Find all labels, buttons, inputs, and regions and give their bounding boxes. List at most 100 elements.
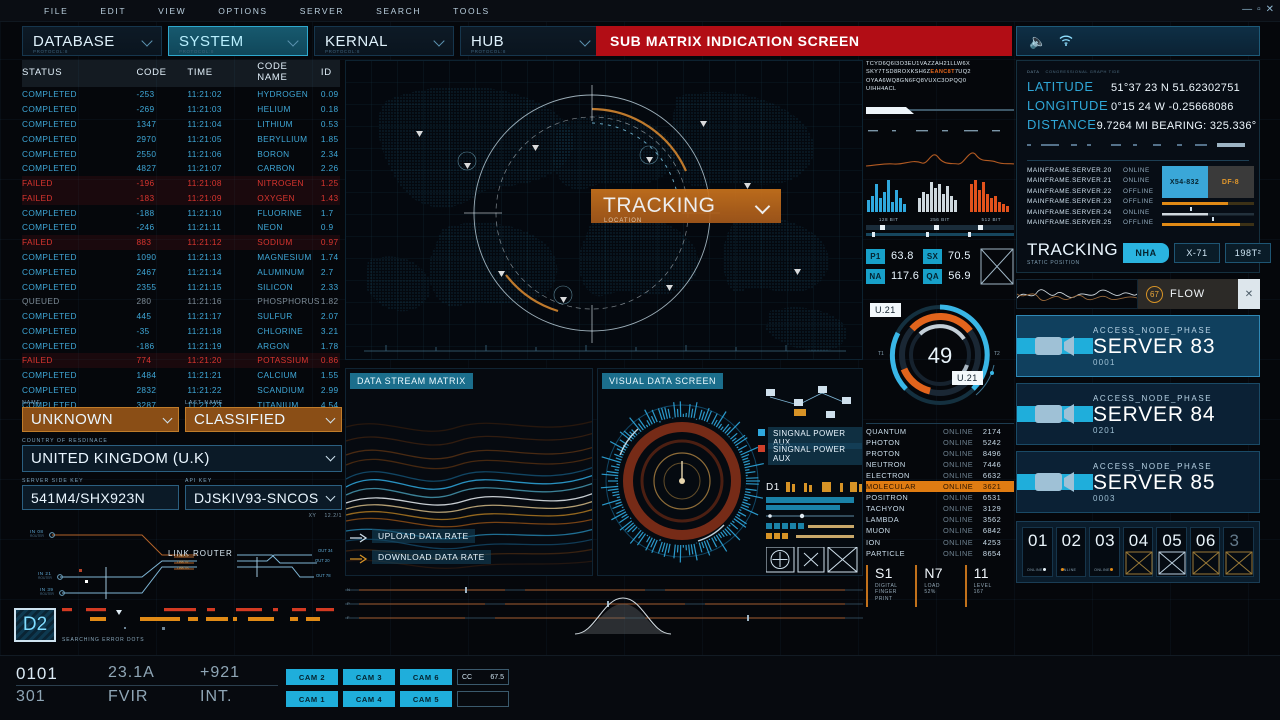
cc-box-empty[interactable]	[457, 691, 509, 707]
server-row[interactable]: MAINFRAME.SERVER.23 OFFLINE	[1027, 197, 1154, 207]
maximize-icon[interactable]: ▫	[1257, 4, 1261, 15]
tab-system[interactable]: SYSTEM PROTOCOL:8	[168, 26, 308, 56]
flow-button[interactable]: 67 FLOW	[1138, 279, 1238, 309]
menu-item-server[interactable]: SERVER	[284, 0, 360, 22]
table-row[interactable]: COMPLETED 2970 11:21:05 BERYLLIUM 1.85	[22, 131, 340, 146]
table-row[interactable]: COMPLETED -269 11:21:03 HELIUM 0.18	[22, 102, 340, 117]
hex-code-block: TCYD6Q6I3O3EU1VAZZAH21LLW6X SKY7TSD8ROXKS…	[866, 60, 1014, 94]
element-row[interactable]: PARTICLE ONLINE 8654	[866, 548, 1014, 559]
server-row[interactable]: MAINFRAME.SERVER.21 ONLINE	[1027, 176, 1154, 186]
node-name: SERVER 83	[1093, 334, 1216, 358]
table-row[interactable]: COMPLETED 2832 11:21:22 SCANDIUM 2.99	[22, 383, 340, 398]
table-row[interactable]: COMPLETED 1484 11:21:21 CALCIUM 1.55	[22, 368, 340, 383]
table-row[interactable]: COMPLETED 1347 11:21:04 LITHIUM 0.53	[22, 117, 340, 132]
table-row[interactable]: COMPLETED -186 11:21:19 ARGON 1.78	[22, 338, 340, 353]
menu-item-view[interactable]: VIEW	[142, 0, 202, 22]
access-node-item[interactable]: ACCESS_NODE_PHASE SERVER 83 0001	[1016, 315, 1260, 377]
access-node-item[interactable]: ACCESS_NODE_PHASE SERVER 85 0003	[1016, 451, 1260, 513]
name-field[interactable]: UNKNOWN	[22, 407, 179, 432]
cam-button-3[interactable]: CAM 3	[343, 669, 395, 685]
digit-tile[interactable]: 06	[1189, 527, 1221, 577]
metric-value: 70.5	[948, 250, 971, 263]
tracking-button-x71[interactable]: X-71	[1174, 243, 1221, 263]
speaker-icon[interactable]: 🔈	[1029, 33, 1046, 50]
chip-x54[interactable]: X54-832	[1161, 166, 1208, 198]
world-map-panel[interactable]: TRACKING LOCATION	[345, 60, 863, 360]
table-row[interactable]: COMPLETED -35 11:21:18 CHLORINE 3.21	[22, 324, 340, 339]
table-row[interactable]: COMPLETED 1090 11:21:13 MAGNESIUM 1.74	[22, 250, 340, 265]
svg-text:N: N	[347, 587, 350, 592]
element-row[interactable]: ION ONLINE 4253	[866, 537, 1014, 548]
digit-tile[interactable]: 02 ONLINE	[1055, 527, 1087, 577]
table-row[interactable]: FAILED -183 11:21:09 OXYGEN 1.43	[22, 190, 340, 206]
table-row[interactable]: COMPLETED 445 11:21:17 SULFUR 2.07	[22, 309, 340, 324]
cam-button-2[interactable]: CAM 2	[286, 669, 338, 685]
cam-button-6[interactable]: CAM 6	[400, 669, 452, 685]
table-row[interactable]: FAILED 774 11:21:20 POTASSIUM 0.86	[22, 353, 340, 368]
cam-button-5[interactable]: CAM 5	[400, 691, 452, 707]
menu-item-options[interactable]: OPTIONS	[202, 0, 283, 22]
action-icons[interactable]	[766, 547, 858, 573]
chip-df8[interactable]: DF-8	[1207, 166, 1254, 198]
digit-tile[interactable]: 3	[1223, 527, 1255, 577]
table-row[interactable]: FAILED -196 11:21:08 NITROGEN 1.25	[22, 175, 340, 191]
apikey-field[interactable]: DJSKIV93-SNCOS	[185, 485, 342, 510]
table-row[interactable]: COMPLETED -253 11:21:02 HYDROGEN 0.09	[22, 87, 340, 102]
digit-tile[interactable]: 03 ONLINE	[1089, 527, 1120, 577]
wifi-icon[interactable]	[1058, 33, 1074, 49]
server-row[interactable]: MAINFRAME.SERVER.25 OFFLINE	[1027, 218, 1154, 228]
country-field[interactable]: UNITED KINGDOM (U.K)	[22, 445, 342, 472]
table-row[interactable]: FAILED 883 11:21:12 SODIUM 0.97	[22, 234, 340, 250]
tab-hub[interactable]: HUB PROTOCOL:8	[460, 26, 600, 56]
element-row[interactable]: POSITRON ONLINE 6531	[866, 492, 1014, 503]
digit-tile[interactable]: 01 ONLINE	[1022, 527, 1053, 577]
menu-item-search[interactable]: SEARCH	[360, 0, 437, 22]
server-status: ONLINE	[1123, 167, 1150, 174]
row-codename: CHLORINE	[257, 325, 303, 336]
close-icon[interactable]: ✕	[1238, 279, 1260, 309]
router-input-0-sub: ROUTER	[30, 534, 44, 538]
tab-database[interactable]: DATABASE PROTOCOL:8	[22, 26, 162, 56]
element-row[interactable]: PROTON ONLINE 8496	[866, 448, 1014, 459]
digit-tile[interactable]: 04	[1122, 527, 1154, 577]
status-dot	[1043, 568, 1046, 571]
table-row[interactable]: COMPLETED 2355 11:21:15 SILICON 2.33	[22, 279, 340, 294]
element-row[interactable]: ELECTRON ONLINE 6632	[866, 470, 1014, 481]
d2-badge[interactable]: D2	[14, 608, 56, 642]
menu-item-tools[interactable]: TOOLS	[437, 0, 506, 22]
cam-button-4[interactable]: CAM 4	[343, 691, 395, 707]
minimize-icon[interactable]: —	[1242, 4, 1252, 15]
table-row[interactable]: COMPLETED -188 11:21:10 FLUORINE 1.7	[22, 205, 340, 220]
legend-swatch-1	[758, 445, 765, 452]
menu-item-file[interactable]: FILE	[28, 0, 84, 22]
menu-item-edit[interactable]: EDIT	[84, 0, 142, 22]
server-row[interactable]: MAINFRAME.SERVER.20 ONLINE	[1027, 166, 1154, 176]
gauge-left-mark: T1	[878, 350, 884, 357]
slider-group[interactable]	[766, 497, 854, 547]
table-row[interactable]: COMPLETED 2467 11:21:14 ALUMINUM 2.7	[22, 264, 340, 279]
digit-tile[interactable]: 05	[1156, 527, 1187, 577]
lastname-field[interactable]: CLASSIFIED	[185, 407, 342, 432]
table-row[interactable]: COMPLETED 4827 11:21:07 CARBON 2.26	[22, 161, 340, 176]
element-row[interactable]: PHOTON ONLINE 5242	[866, 437, 1014, 448]
table-row[interactable]: QUEUED 280 11:21:16 PHOSPHORUS 1.82	[22, 294, 340, 309]
element-row[interactable]: MUON ONLINE 6842	[866, 525, 1014, 536]
server-row[interactable]: MAINFRAME.SERVER.24 ONLINE	[1027, 208, 1154, 218]
table-row[interactable]: COMPLETED 2550 11:21:06 BORON 2.34	[22, 146, 340, 161]
tab-kernal[interactable]: KERNAL PROTOCOL:8	[314, 26, 454, 56]
cam-button-1[interactable]: CAM 1	[286, 691, 338, 707]
server-row[interactable]: MAINFRAME.SERVER.22 OFFLINE	[1027, 187, 1154, 197]
cc-box[interactable]: CC 67.5	[457, 669, 509, 685]
tracking-overlay-button[interactable]: TRACKING LOCATION	[591, 189, 781, 224]
access-node-item[interactable]: ACCESS_NODE_PHASE SERVER 84 0201	[1016, 383, 1260, 445]
element-row[interactable]: QUANTUM ONLINE 2174	[866, 426, 1014, 437]
close-icon[interactable]: ✕	[1266, 4, 1274, 15]
element-row[interactable]: MOLECULAR ONLINE 3621	[866, 481, 1014, 493]
element-row[interactable]: NEUTRON ONLINE 7446	[866, 459, 1014, 470]
element-row[interactable]: LAMBDA ONLINE 3562	[866, 514, 1014, 525]
table-row[interactable]: COMPLETED -246 11:21:11 NEON 0.9	[22, 220, 340, 235]
tracking-button-nha[interactable]: NHA	[1123, 243, 1170, 263]
element-row[interactable]: TACHYON ONLINE 3129	[866, 503, 1014, 514]
tracking-button-198t[interactable]: 198T²	[1225, 243, 1272, 263]
serverkey-field[interactable]: 541M4/SHX923N	[22, 485, 179, 510]
